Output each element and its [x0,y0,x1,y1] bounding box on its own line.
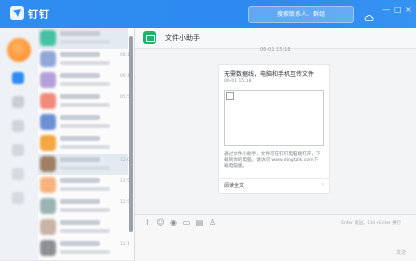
mail-icon[interactable] [12,192,24,204]
message-composer[interactable]: ⌇ ☺ ◉ ▭ ▤ ♙ Enter 发送，Ctrl+Enter 换行 发送 [135,214,416,261]
emoji-icon[interactable]: ☺ [156,218,165,227]
contacts-icon[interactable] [12,96,24,108]
list-item[interactable]: 12:5 [38,196,130,217]
card-time: 06-01 15:18 [224,79,252,84]
title-bar: 钉钉 搜索联系人、群组 — □ × [0,0,416,28]
message-card[interactable]: 无需数据线，电脑和手机互传文件 06-01 15:18 通过文件小助手，文件可在… [218,64,330,194]
list-item[interactable]: 12:0 [38,154,130,175]
ding-icon[interactable] [12,144,24,156]
list-item[interactable] [38,133,128,154]
close-button[interactable]: × [405,5,412,14]
conversation-list: 06:1 06:1 05:5 12:0 12:5 12:5 12:1 [38,28,135,260]
work-icon[interactable] [12,120,24,132]
minimize-button[interactable]: — [382,5,390,14]
conversation-list-scrollbar[interactable] [129,36,133,232]
card-image[interactable] [224,90,324,146]
cloud-icon[interactable] [364,8,374,21]
ding-icon[interactable]: ◉ [169,218,178,227]
like-icon[interactable]: ♙ [208,218,217,227]
image-icon[interactable]: ▭ [182,218,191,227]
list-time: 12:1 [119,242,130,247]
maximize-button[interactable]: □ [394,5,402,14]
search-input[interactable]: 搜索联系人、群组 [248,6,354,23]
card-description: 通过文件小助手，文件可在钉钉电脑端打开，下载到你的电脑。请访问 www.ding… [224,152,321,170]
file-helper-icon [143,31,156,44]
list-item[interactable]: 12:5 [38,175,130,196]
chat-icon[interactable] [12,72,24,84]
user-avatar[interactable] [7,38,31,62]
list-item[interactable]: 05:5 [38,91,130,112]
list-item[interactable] [38,112,128,133]
chat-header: 文件小助手 [135,28,416,49]
chat-title: 文件小助手 [165,34,200,42]
card-title: 无需数据线，电脑和手机互传文件 [224,71,315,78]
calendar-icon[interactable] [12,168,24,180]
attachment-icon[interactable]: ⌇ [143,218,152,227]
input-hint: Enter 发送，Ctrl+Enter 换行 [341,221,401,226]
list-item[interactable]: 12:1 [38,238,130,259]
chat-panel: 文件小助手 06-01 15:18 无需数据线，电脑和手机互传文件 06-01 … [135,28,416,261]
calendar-icon[interactable]: ▤ [195,218,204,227]
list-item[interactable]: 06:1 [38,49,130,70]
card-divider [219,178,329,179]
message-timestamp: 06-01 15:18 [260,47,291,53]
sidebar [0,28,39,260]
app-brand: 钉钉 [28,10,50,21]
send-button[interactable]: 发送 [396,249,406,256]
broken-image-icon [226,92,234,100]
dingtalk-logo-icon [10,6,24,20]
read-more-link[interactable]: 阅读全文 [224,182,244,189]
list-item[interactable] [38,217,128,238]
list-item[interactable] [38,28,128,49]
chevron-right-icon: › [321,181,324,188]
list-item[interactable]: 06:1 [38,70,130,91]
